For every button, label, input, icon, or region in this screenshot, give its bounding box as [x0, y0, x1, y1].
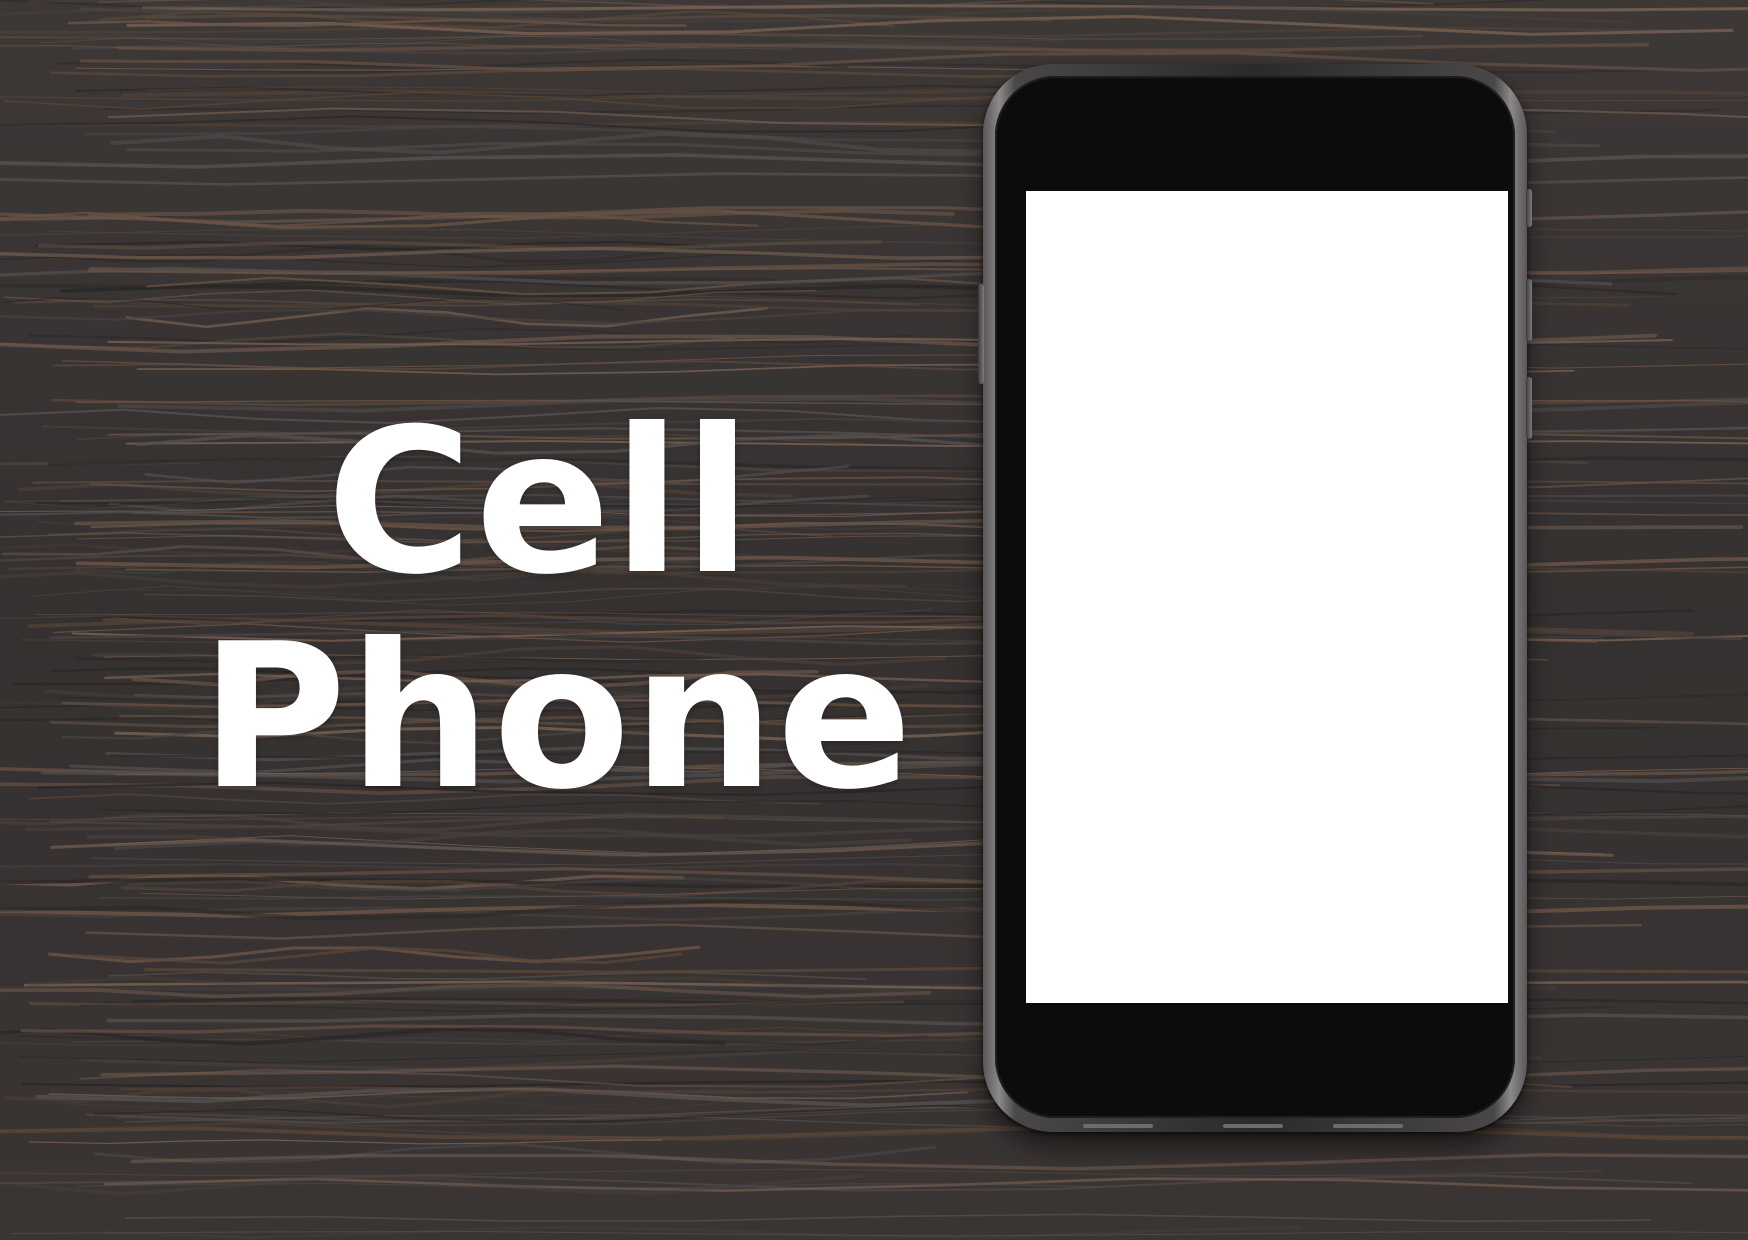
power-button: [978, 284, 984, 384]
blank-screen: [1026, 191, 1508, 1003]
charging-port: [1223, 1124, 1283, 1128]
headline-line-2: Phone: [200, 601, 915, 834]
side-button: [1526, 377, 1532, 439]
photo-scene: Cell Phone: [0, 0, 1748, 1240]
smartphone: [978, 64, 1532, 1132]
volume-up-button: [1526, 189, 1532, 227]
headline-text: Cell Phone: [200, 386, 915, 834]
volume-down-button: [1526, 279, 1532, 341]
speaker-grille: [1083, 1124, 1153, 1128]
speaker-grille-right: [1333, 1124, 1403, 1128]
headline-line-1: Cell: [326, 386, 754, 619]
phone-front-glass: [995, 76, 1515, 1118]
